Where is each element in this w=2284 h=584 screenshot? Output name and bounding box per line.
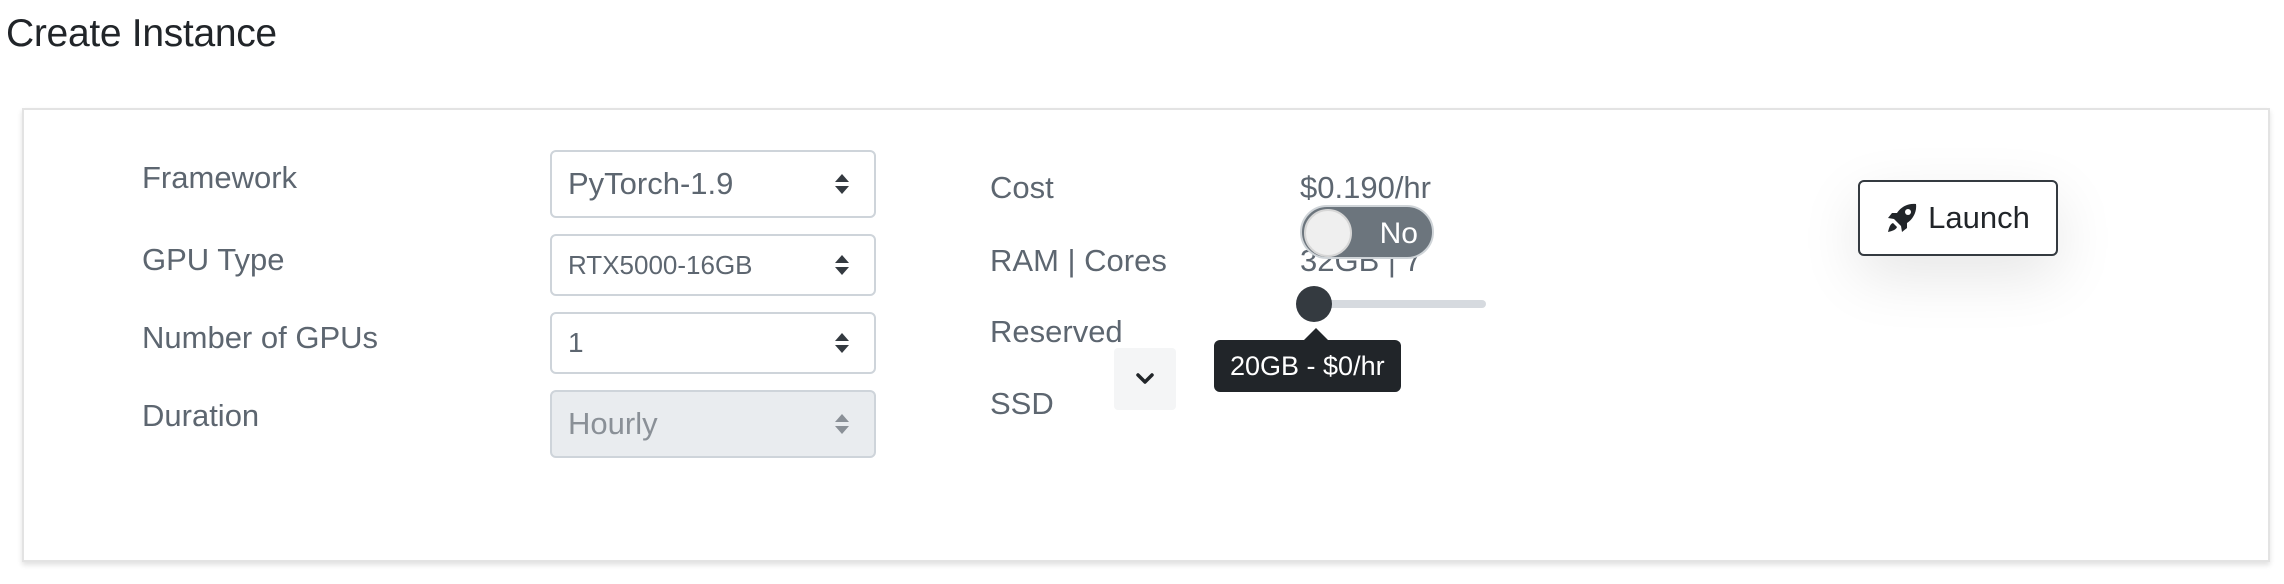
sort-caret-icon xyxy=(835,333,849,353)
ssd-slider-thumb[interactable] xyxy=(1296,286,1332,322)
sort-caret-icon xyxy=(835,174,849,194)
chevron-down-icon xyxy=(1136,373,1154,384)
reserved-toggle-text: No xyxy=(1379,217,1418,250)
create-instance-card: Framework GPU Type Number of GPUs Durati… xyxy=(22,108,2270,562)
launch-button[interactable]: Launch xyxy=(1858,180,2058,256)
number-of-gpus-label: Number of GPUs xyxy=(142,320,379,355)
number-of-gpus-select[interactable]: 1 xyxy=(550,312,876,374)
framework-select-value: PyTorch-1.9 xyxy=(568,166,734,201)
duration-select: Hourly xyxy=(550,390,876,458)
framework-label: Framework xyxy=(142,160,298,195)
ssd-tooltip: 20GB - $0/hr xyxy=(1214,340,1401,392)
gpu-type-select-value: RTX5000-16GB xyxy=(568,249,753,280)
ram-cores-label: RAM | Cores xyxy=(990,243,1167,278)
sort-caret-icon xyxy=(835,255,849,275)
tooltip-arrow xyxy=(1304,328,1328,340)
number-of-gpus-select-value: 1 xyxy=(568,327,584,358)
reserved-label: Reserved xyxy=(990,314,1123,349)
framework-select[interactable]: PyTorch-1.9 xyxy=(550,150,876,218)
reserved-toggle[interactable]: No xyxy=(1300,205,1434,259)
duration-select-value: Hourly xyxy=(568,406,658,441)
rocket-icon xyxy=(1888,203,1917,232)
gpu-type-select[interactable]: RTX5000-16GB xyxy=(550,234,876,296)
gpu-type-label: GPU Type xyxy=(142,242,285,277)
expand-options-button[interactable] xyxy=(1114,348,1176,410)
cost-label: Cost xyxy=(990,170,1054,205)
sort-caret-icon xyxy=(835,414,849,434)
page-title: Create Instance xyxy=(6,12,277,55)
cost-value: $0.190/hr xyxy=(1300,170,1431,205)
duration-label: Duration xyxy=(142,398,260,433)
ssd-label: SSD xyxy=(990,386,1054,421)
launch-button-label: Launch xyxy=(1928,200,2030,235)
toggle-knob xyxy=(1304,209,1352,257)
